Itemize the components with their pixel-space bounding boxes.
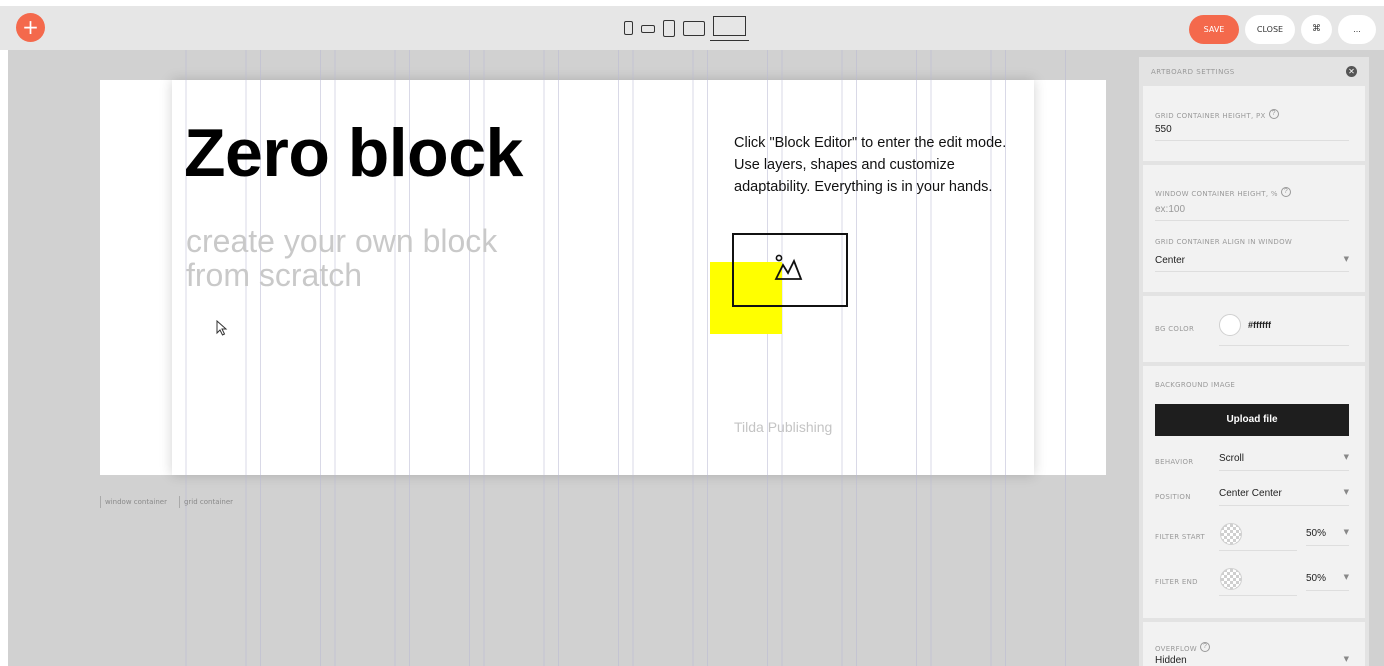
bg-color-input[interactable]: #ffffff bbox=[1219, 320, 1349, 346]
more-button[interactable]: ... bbox=[1338, 15, 1376, 44]
filter-start-label: FILTER START bbox=[1155, 533, 1206, 541]
overflow-value: Hidden bbox=[1155, 655, 1187, 666]
image-icon bbox=[774, 254, 803, 280]
panel-title: ARTBOARD SETTINGS bbox=[1151, 67, 1235, 76]
filter-end-select[interactable]: 50% ▼ bbox=[1306, 573, 1349, 591]
container-labels: window container grid container bbox=[100, 496, 239, 508]
desktop-icon[interactable] bbox=[710, 16, 749, 41]
filter-end-swatch[interactable] bbox=[1220, 568, 1242, 590]
add-element-button[interactable]: + bbox=[16, 13, 45, 42]
filter-start-select[interactable]: 50% ▼ bbox=[1306, 528, 1349, 546]
phone-portrait-icon[interactable] bbox=[624, 21, 633, 35]
brand-text[interactable]: Tilda Publishing bbox=[734, 419, 832, 435]
zero-block-description[interactable]: Click "Block Editor" to enter the edit m… bbox=[734, 132, 1034, 198]
chevron-down-icon: ▼ bbox=[1343, 453, 1349, 461]
position-label: POSITION bbox=[1155, 493, 1191, 501]
chevron-down-icon: ▼ bbox=[1343, 655, 1349, 663]
filter-start-swatch[interactable] bbox=[1220, 523, 1242, 545]
chevron-down-icon: ▼ bbox=[1343, 528, 1349, 536]
behavior-value: Scroll bbox=[1219, 453, 1245, 464]
top-toolbar: + SAVE CLOSE ⌘ ... bbox=[0, 6, 1384, 50]
overflow-label: OVERFLOW bbox=[1155, 645, 1197, 653]
toolbar-actions: SAVE CLOSE ⌘ ... bbox=[1189, 15, 1376, 44]
filter-start-underline bbox=[1219, 550, 1297, 551]
chevron-down-icon: ▼ bbox=[1343, 255, 1349, 263]
close-button[interactable]: CLOSE bbox=[1245, 15, 1295, 44]
behavior-select[interactable]: Scroll ▼ bbox=[1219, 453, 1349, 471]
phone-landscape-icon[interactable] bbox=[641, 25, 655, 33]
grid-align-select[interactable]: Center ▼ bbox=[1155, 255, 1349, 272]
mouse-cursor-icon bbox=[216, 320, 228, 336]
zero-block-title[interactable]: Zero block bbox=[184, 114, 523, 192]
tablet-portrait-icon[interactable] bbox=[663, 20, 675, 37]
window-container-label: window container bbox=[100, 496, 173, 508]
overflow-select[interactable]: Hidden ▼ bbox=[1155, 655, 1349, 666]
help-icon[interactable]: ? bbox=[1268, 108, 1279, 119]
grid-align-label: GRID CONTAINER ALIGN IN WINDOW bbox=[1155, 238, 1293, 246]
window-height-input[interactable]: ex:100 bbox=[1155, 204, 1349, 221]
bg-image-section: BACKGROUND IMAGE Upload file BEHAVIOR Sc… bbox=[1143, 366, 1365, 618]
shortcuts-button[interactable]: ⌘ bbox=[1301, 15, 1332, 44]
filter-start-value: 50% bbox=[1306, 528, 1327, 539]
tablet-landscape-icon[interactable] bbox=[683, 21, 705, 36]
grid-height-input[interactable]: 550 bbox=[1155, 124, 1349, 141]
save-button[interactable]: SAVE bbox=[1189, 15, 1239, 44]
grid-align-value: Center bbox=[1155, 255, 1186, 266]
behavior-label: BEHAVIOR bbox=[1155, 458, 1194, 466]
chevron-down-icon: ▼ bbox=[1343, 488, 1349, 496]
filter-end-label: FILTER END bbox=[1155, 578, 1198, 586]
panel-header: ARTBOARD SETTINGS ✕ bbox=[1139, 57, 1369, 86]
help-icon[interactable]: ? bbox=[1199, 641, 1210, 652]
bg-color-label: BG COLOR bbox=[1155, 325, 1195, 333]
artboard-settings-panel: ARTBOARD SETTINGS ✕ GRID CONTAINER HEIGH… bbox=[1139, 57, 1369, 666]
chevron-down-icon: ▼ bbox=[1343, 573, 1349, 581]
window-section: WINDOW CONTAINER HEIGHT, %? ex:100 GRID … bbox=[1143, 165, 1365, 292]
device-switcher bbox=[624, 14, 749, 42]
image-placeholder[interactable] bbox=[732, 233, 848, 307]
bg-color-section: BG COLOR #ffffff bbox=[1143, 296, 1365, 362]
position-select[interactable]: Center Center ▼ bbox=[1219, 488, 1349, 506]
zero-block-subtitle[interactable]: create your own block from scratch bbox=[186, 224, 506, 292]
close-panel-icon[interactable]: ✕ bbox=[1346, 66, 1357, 77]
window-height-label: WINDOW CONTAINER HEIGHT, % bbox=[1155, 190, 1278, 198]
bg-image-label: BACKGROUND IMAGE bbox=[1155, 381, 1236, 389]
grid-height-label: GRID CONTAINER HEIGHT, PX bbox=[1155, 112, 1266, 120]
filter-end-underline bbox=[1219, 595, 1297, 596]
upload-file-button[interactable]: Upload file bbox=[1155, 404, 1349, 436]
filter-end-value: 50% bbox=[1306, 573, 1327, 584]
position-value: Center Center bbox=[1219, 488, 1282, 499]
grid-height-section: GRID CONTAINER HEIGHT, PX? 550 bbox=[1143, 86, 1365, 161]
overflow-section: OVERFLOW? Hidden ▼ bbox=[1143, 622, 1365, 666]
help-icon[interactable]: ? bbox=[1280, 186, 1291, 197]
grid-container-label: grid container bbox=[178, 496, 239, 508]
